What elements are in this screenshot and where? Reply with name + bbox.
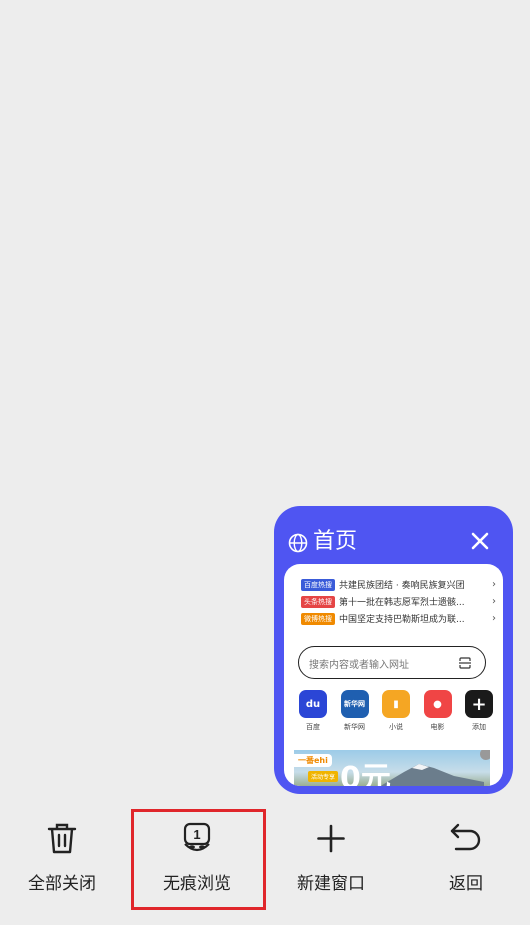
ad-banner: 一番ehi 活动专享 0元 (294, 750, 490, 786)
scan-icon (459, 657, 471, 669)
close-all-label: 全部关闭 (28, 874, 96, 894)
close-icon[interactable] (471, 532, 489, 550)
hot-news-list: 百度热搜 共建民族团结 · 奏响民族复兴团 › 头条热搜 第十一批在韩志愿军烈士… (301, 576, 496, 627)
banner-close-icon (480, 750, 490, 760)
shortcut-xinhua: 新华网 新华网 (338, 690, 372, 732)
shortcut-baidu: du 百度 (296, 690, 330, 732)
banner-headline: 0元 (340, 761, 391, 787)
undo-arrow-icon (450, 823, 481, 851)
shortcut-novel: ▮ 小说 (379, 690, 413, 732)
trash-icon (47, 823, 77, 854)
chevron-right-icon: › (492, 596, 496, 607)
news-item: 百度热搜 共建民族团结 · 奏响民族复兴团 › (301, 576, 496, 593)
tab-preview[interactable]: 百度热搜 共建民族团结 · 奏响民族复兴团 › 头条热搜 第十一批在韩志愿军烈士… (284, 564, 503, 786)
shortcut-movie: ● 电影 (421, 690, 455, 732)
search-input: 搜索内容或者输入网址 (298, 646, 486, 679)
tab-title: 首页 (313, 529, 358, 554)
plus-icon (317, 824, 345, 853)
news-tag: 头条热搜 (301, 595, 335, 608)
chevron-right-icon: › (492, 613, 496, 624)
globe-icon (288, 533, 308, 553)
tab-header: 首页 (274, 506, 513, 562)
tab-card-home[interactable]: 首页 百度热搜 共建民族团结 · 奏响民族复兴团 › 头条热搜 第十一批在韩志愿… (274, 506, 513, 794)
banner-tag: 活动专享 (308, 771, 339, 782)
xinhua-icon: 新华网 (340, 690, 369, 718)
novel-icon: ▮ (382, 690, 410, 718)
highlight-box (131, 809, 266, 910)
add-icon: + (465, 690, 493, 718)
news-tag: 微博热搜 (301, 612, 335, 625)
shortcut-label: 百度 (306, 723, 320, 731)
banner-brand: 一番ehi (294, 754, 332, 767)
back-label: 返回 (449, 874, 483, 894)
new-window-label: 新建窗口 (297, 874, 365, 894)
shortcut-label: 电影 (430, 723, 445, 731)
news-text: 中国坚定支持巴勒斯坦成为联... (339, 615, 465, 625)
shortcut-label: 小说 (389, 723, 403, 731)
news-item: 头条热搜 第十一批在韩志愿军烈士遗骸... › (301, 593, 496, 610)
shortcut-label: 添加 (472, 723, 486, 731)
news-tag: 百度热搜 (301, 578, 335, 591)
shortcut-add: + 添加 (462, 690, 496, 732)
shortcut-grid: du 百度 新华网 新华网 ▮ 小说 ● 电影 + 添加 (296, 690, 496, 732)
news-text: 第十一批在韩志愿军烈士遗骸... (339, 598, 465, 608)
new-window-button[interactable]: 新建窗口 (266, 820, 396, 910)
news-item: 微博热搜 中国坚定支持巴勒斯坦成为联... › (301, 610, 496, 627)
news-text: 共建民族团结 · 奏响民族复兴团 (339, 581, 465, 591)
search-placeholder: 搜索内容或者输入网址 (309, 660, 409, 671)
close-all-button[interactable]: 全部关闭 (0, 820, 127, 910)
shortcut-label: 新华网 (344, 723, 365, 731)
back-button[interactable]: 返回 (401, 820, 530, 910)
baidu-icon: du (299, 690, 327, 718)
chevron-right-icon: › (492, 579, 496, 590)
movie-icon: ● (423, 690, 452, 718)
